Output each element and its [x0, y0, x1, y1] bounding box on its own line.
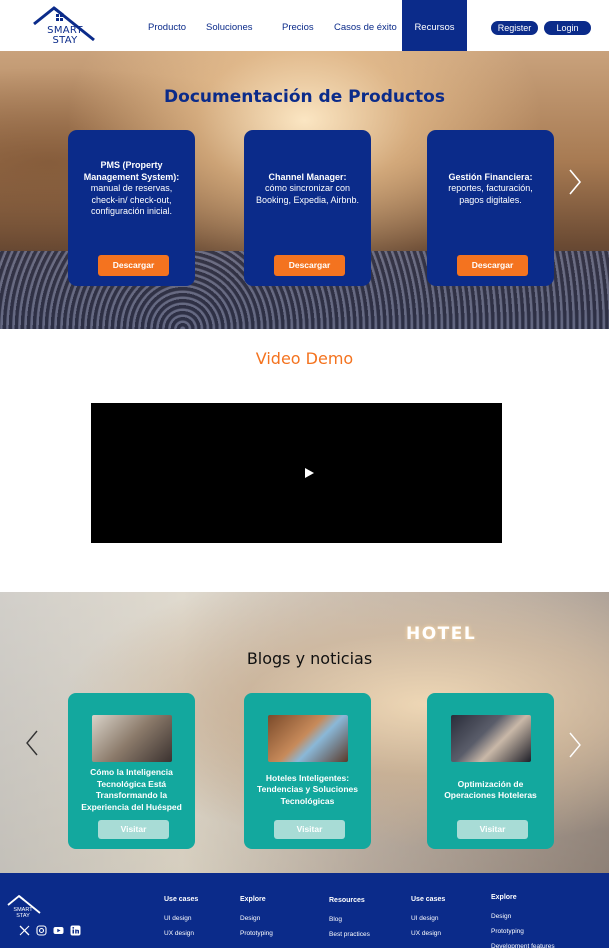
footer-column-heading: Use cases — [164, 896, 199, 903]
doc-card-desc: manual de reservas, check-in/ check-out,… — [90, 183, 173, 217]
doc-card-channel-manager: Channel Manager: cómo sincronizar con Bo… — [244, 130, 371, 286]
login-button[interactable]: Login — [544, 21, 591, 35]
visit-button[interactable]: Visitar — [457, 820, 528, 839]
blog-card-title: Optimización de Operaciones Hoteleras — [444, 778, 537, 801]
footer-link[interactable]: Design — [240, 911, 273, 926]
logo-text: SMART STAY — [40, 26, 90, 46]
footer-logo-text: SMART STAY — [8, 907, 38, 919]
blog-card: Hoteles Inteligentes: Tendencias y Soluc… — [244, 693, 371, 849]
download-button[interactable]: Descargar — [98, 255, 169, 276]
download-button[interactable]: Descargar — [274, 255, 345, 276]
nav-casos-de-exito[interactable]: Casos de éxito — [334, 0, 397, 51]
footer-column: Explore Design Prototyping Development f… — [491, 894, 555, 948]
footer-link[interactable]: UX design — [411, 926, 445, 941]
blog-card: Optimización de Operaciones Hoteleras Vi… — [427, 693, 554, 849]
blog-image-reception — [92, 715, 172, 762]
site-footer: SMART STAY Use cases UI design UX design… — [0, 873, 609, 948]
footer-link[interactable]: UI design — [164, 911, 198, 926]
logo-line-2: STAY — [52, 35, 78, 46]
footer-link[interactable]: UX design — [164, 926, 198, 941]
blogs-title: Blogs y noticias — [246, 649, 373, 668]
blogs-section: HOTEL Blogs y noticias Cómo la Inteligen… — [0, 592, 609, 873]
footer-column-heading: Resources — [329, 897, 365, 904]
smart-stay-logo[interactable]: SMART STAY — [30, 4, 96, 48]
footer-column: Explore Design Prototyping — [240, 896, 273, 941]
footer-link[interactable]: Blog — [329, 912, 370, 927]
blog-image-smart-room — [268, 715, 348, 762]
hotel-sign: HOTEL — [406, 624, 477, 644]
hero-title: Documentación de Productos — [164, 87, 445, 107]
instagram-icon[interactable] — [36, 925, 47, 936]
footer-link[interactable]: Best practices — [329, 927, 370, 942]
footer-column: Use cases UI design UX design — [164, 896, 198, 941]
blog-card-title: Cómo la Inteligencia Tecnológica Está Tr… — [81, 767, 182, 812]
chevron-right-icon[interactable] — [568, 168, 582, 196]
footer-link[interactable]: Prototyping — [240, 926, 273, 941]
register-button[interactable]: Register — [491, 21, 538, 35]
doc-card-title: Channel Manager: — [268, 171, 347, 182]
x-icon[interactable] — [19, 925, 30, 936]
footer-column-heading: Explore — [491, 894, 517, 901]
video-demo-title: Video Demo — [255, 349, 354, 368]
blog-image-hotel-room — [451, 715, 531, 762]
footer-link[interactable]: Design — [491, 909, 555, 924]
nav-precios[interactable]: Precios — [282, 0, 314, 51]
footer-link[interactable]: UI design — [411, 911, 445, 926]
nav-recursos[interactable]: Recursos — [402, 0, 467, 51]
doc-card-title: Gestión Financiera: — [448, 171, 533, 182]
visit-button[interactable]: Visitar — [274, 820, 345, 839]
footer-link[interactable]: Development features — [491, 939, 555, 948]
doc-card-title: PMS (Property Management System): — [83, 160, 180, 182]
doc-card-desc: reportes, facturación, pagos digitales. — [448, 183, 533, 205]
footer-logo-line-2: STAY — [16, 913, 30, 919]
play-icon[interactable] — [305, 468, 314, 478]
nav-producto[interactable]: Producto — [148, 0, 186, 51]
footer-link[interactable]: Prototyping — [491, 924, 555, 939]
chevron-left-icon[interactable] — [25, 729, 39, 757]
footer-column-heading: Explore — [240, 896, 266, 903]
footer-column: Use cases UI design UX design — [411, 896, 445, 941]
chevron-right-icon[interactable] — [568, 731, 582, 759]
doc-card-gestion-financiera: Gestión Financiera: reportes, facturació… — [427, 130, 554, 286]
linkedin-icon[interactable] — [70, 925, 81, 936]
download-button[interactable]: Descargar — [457, 255, 528, 276]
youtube-icon[interactable] — [53, 925, 64, 936]
doc-card-pms: PMS (Property Management System): manual… — [68, 130, 195, 286]
blog-card-title: Hoteles Inteligentes: Tendencias y Soluc… — [257, 772, 358, 806]
video-player[interactable] — [91, 403, 502, 543]
footer-column: Resources Blog Best practices — [329, 897, 370, 942]
hero-section: Documentación de Productos PMS (Property… — [0, 51, 609, 329]
doc-card-desc: cómo sincronizar con Booking, Expedia, A… — [255, 183, 360, 205]
blog-card: Cómo la Inteligencia Tecnológica Está Tr… — [68, 693, 195, 849]
visit-button[interactable]: Visitar — [98, 820, 169, 839]
site-header: SMART STAY Producto Soluciones Precios C… — [0, 0, 609, 51]
nav-soluciones[interactable]: Soluciones — [206, 0, 252, 51]
footer-column-heading: Use cases — [411, 896, 446, 903]
